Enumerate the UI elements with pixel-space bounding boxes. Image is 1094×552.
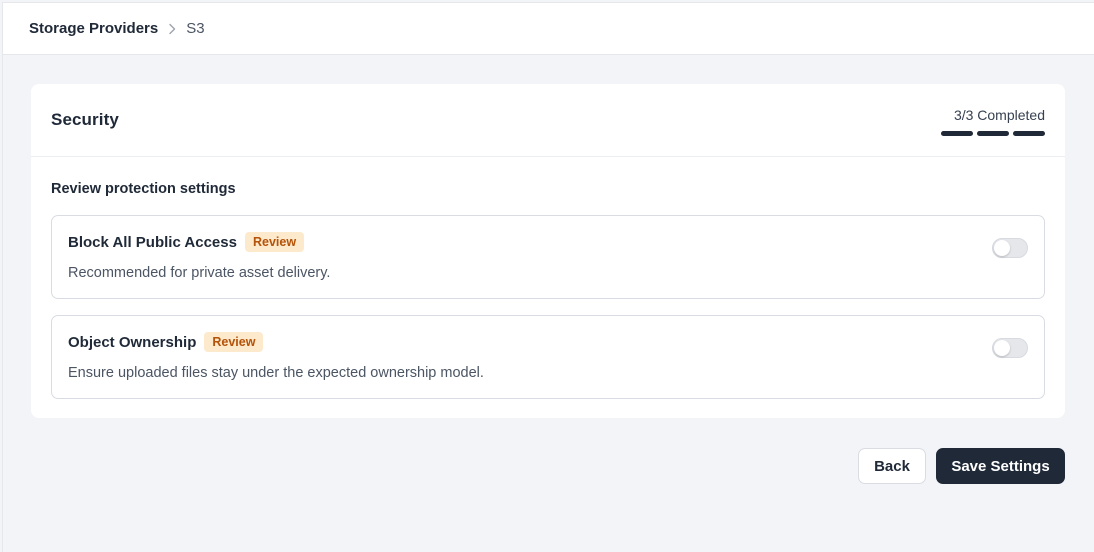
breadcrumb: Storage Providers S3 <box>3 3 1094 55</box>
section-label: Review protection settings <box>51 181 236 197</box>
status-badge: Review <box>204 332 264 352</box>
back-button[interactable]: Back <box>858 448 926 484</box>
toggle-knob <box>994 240 1010 256</box>
card-title: Security <box>51 110 119 129</box>
breadcrumb-current: S3 <box>186 20 205 37</box>
progress-segment <box>941 130 973 136</box>
option-title: Block All Public Access <box>68 233 237 251</box>
progress-indicator: 3/3 Completed <box>941 107 1045 136</box>
status-badge: Review <box>244 232 305 252</box>
option-object-ownership: Object Ownership Review Ensure uploaded … <box>51 315 1045 399</box>
progress-label: 3/3 Completed <box>953 106 1045 123</box>
object-ownership-toggle[interactable] <box>992 338 1028 358</box>
progress-bars <box>941 130 1045 136</box>
option-block-public-access: Block All Public Access Review Recommend… <box>51 215 1045 299</box>
security-card: Security 3/3 Completed Review protection… <box>31 84 1065 418</box>
option-description: Ensure uploaded files stay under the exp… <box>68 365 484 381</box>
progress-segment <box>977 130 1009 136</box>
toggle-knob <box>994 340 1010 356</box>
breadcrumb-root-link[interactable]: Storage Providers <box>29 20 158 37</box>
option-description: Recommended for private asset delivery. <box>68 265 331 281</box>
card-header: Security 3/3 Completed <box>31 84 1065 157</box>
block-public-access-toggle[interactable] <box>992 238 1028 258</box>
save-settings-button[interactable]: Save Settings <box>936 448 1065 484</box>
chevron-right-icon <box>168 23 176 35</box>
option-title: Object Ownership <box>68 333 197 351</box>
app-frame: Storage Providers S3 Security 3/3 Comple… <box>2 2 1094 552</box>
progress-segment <box>1013 130 1045 136</box>
